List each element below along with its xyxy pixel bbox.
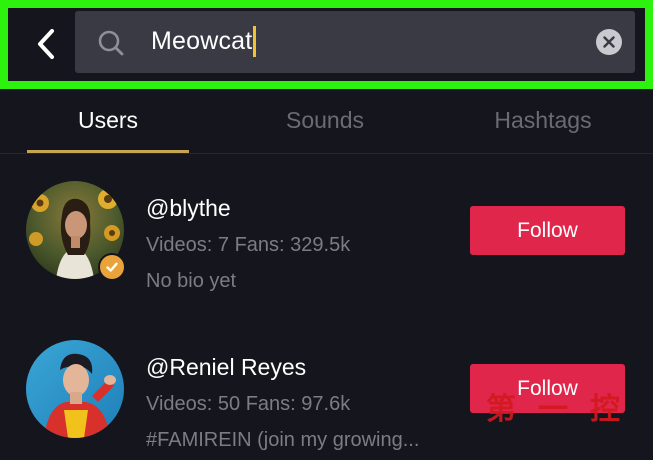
tab-sounds[interactable]: Sounds xyxy=(245,89,405,151)
username[interactable]: @blythe xyxy=(146,195,231,222)
search-icon xyxy=(98,30,124,56)
search-header: Meowcat xyxy=(0,0,653,89)
search-input[interactable]: Meowcat xyxy=(75,11,635,73)
watermark-text: 第一控 xyxy=(486,392,642,427)
search-query[interactable]: Meowcat xyxy=(151,26,257,57)
verified-badge xyxy=(98,253,126,281)
username[interactable]: @Reniel Reyes xyxy=(146,354,306,381)
back-button[interactable] xyxy=(26,24,66,64)
tab-users[interactable]: Users xyxy=(27,89,189,151)
verified-icon xyxy=(106,262,118,272)
user-stats: Videos: 50 Fans: 97.6k xyxy=(146,393,351,415)
clear-icon xyxy=(603,36,615,48)
user-bio: No bio yet xyxy=(146,270,237,292)
user-result-row[interactable]: @blythe Videos: 7 Fans: 329.5k No bio ye… xyxy=(0,181,653,301)
user-bio: #FAMIREIN (join my growing... xyxy=(146,429,420,451)
avatar[interactable] xyxy=(26,340,124,438)
follow-button[interactable]: Follow xyxy=(470,206,625,255)
text-caret xyxy=(253,26,257,57)
user-stats: Videos: 7 Fans: 329.5k xyxy=(146,234,351,256)
active-tab-indicator xyxy=(27,150,189,153)
tab-hashtags[interactable]: Hashtags xyxy=(463,89,623,151)
clear-button[interactable] xyxy=(596,29,622,55)
result-tabs: Users Sounds Hashtags xyxy=(0,89,653,154)
back-arrow-icon xyxy=(38,29,54,59)
search-query-text: Meowcat xyxy=(151,27,253,55)
